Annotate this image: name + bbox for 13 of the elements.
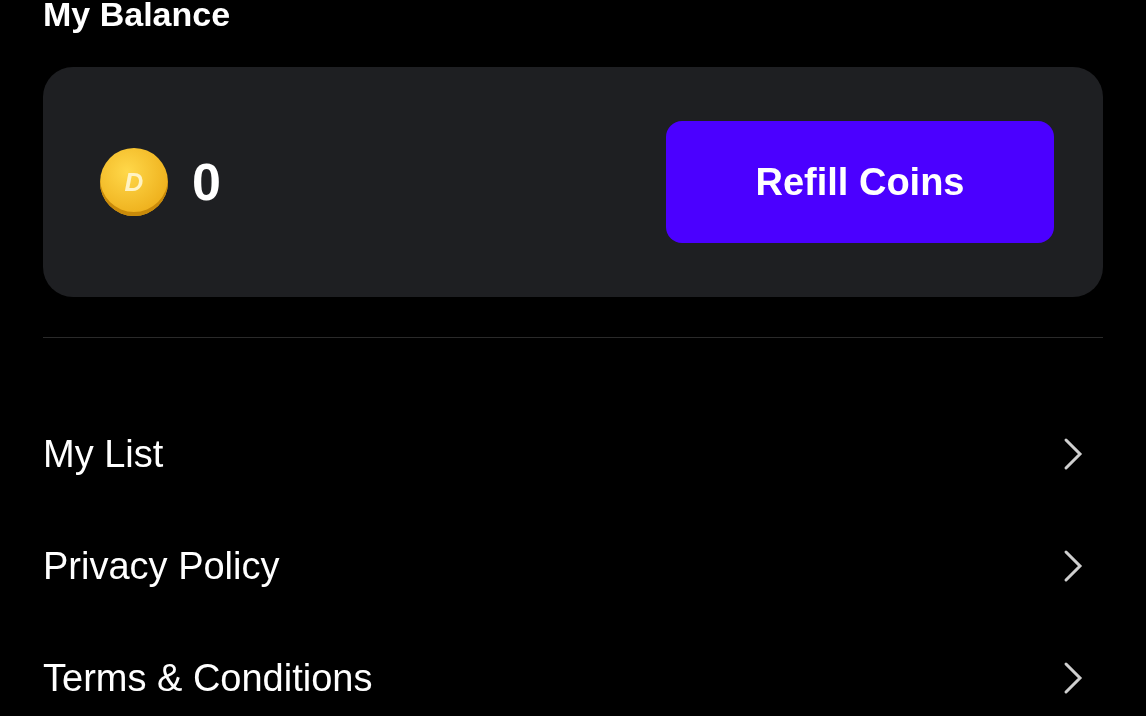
coin-letter: D [124,165,144,199]
chevron-right-icon [1063,661,1083,695]
menu-item[interactable]: My List [43,398,1103,510]
section-title: My Balance [43,0,231,34]
menu-label: Terms & Conditions [43,655,373,701]
refill-coins-button[interactable]: Refill Coins [666,121,1054,243]
menu-label: Privacy Policy [43,543,280,589]
menu-item[interactable]: Terms & Conditions [43,622,1103,716]
coin-balance: 0 [192,152,221,213]
menu-label: My List [43,431,164,477]
menu-item[interactable]: Privacy Policy [43,510,1103,622]
chevron-right-icon [1063,549,1083,583]
chevron-right-icon [1063,437,1083,471]
